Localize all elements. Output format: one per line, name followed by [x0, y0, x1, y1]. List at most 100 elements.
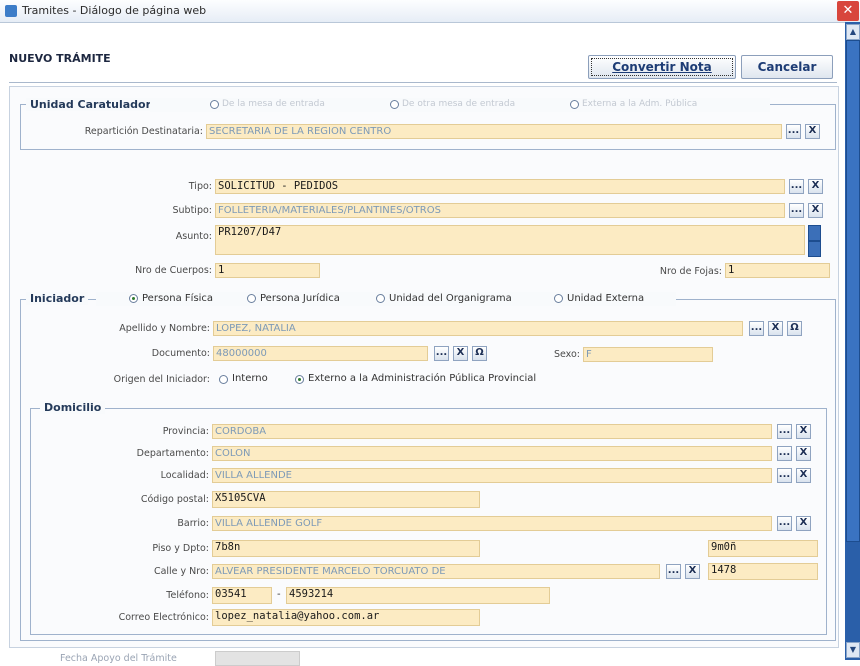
scroll-down-icon[interactable]: ▼ [846, 642, 860, 658]
origen-interno-radio[interactable] [219, 375, 228, 384]
option-mesa-entrada: De la mesa de entrada [222, 99, 325, 109]
telefono-area-field[interactable]: 03541 [212, 587, 272, 604]
codigo-postal-label: Código postal: [140, 494, 209, 505]
apellido-field[interactable]: LOPEZ, NATALIA [213, 321, 743, 336]
telefono-number-field[interactable]: 4593214 [286, 587, 550, 604]
asunto-scroll-down-icon[interactable] [808, 241, 821, 257]
codigo-postal-field[interactable]: X5105CVA [212, 491, 480, 508]
documento-field[interactable]: 48000000 [213, 346, 428, 361]
documento-label: Documento: [151, 348, 210, 359]
piso-dpto-label: Piso y Dpto: [152, 543, 209, 554]
reparticion-clear-button[interactable]: X [805, 124, 820, 139]
subtipo-clear-button[interactable]: X [808, 203, 823, 218]
barrio-field[interactable]: VILLA ALLENDE GOLF [212, 516, 772, 531]
documento-person-button[interactable]: Ω [472, 346, 487, 361]
option-otra-mesa: De otra mesa de entrada [402, 99, 516, 109]
unidad-externa-label[interactable]: Unidad Externa [567, 293, 644, 304]
sexo-label: Sexo: [553, 349, 580, 360]
documento-search-button[interactable]: ... [434, 346, 449, 361]
departamento-search-button[interactable]: ... [777, 446, 792, 461]
persona-fisica-radio[interactable] [129, 294, 138, 303]
window-title-bar: Tramites - Diálogo de página web ✕ [0, 0, 860, 23]
asunto-textarea[interactable]: PR1207/D47 [215, 225, 805, 255]
tipo-field[interactable]: SOLICITUD - PEDIDOS [215, 179, 785, 194]
barrio-label: Barrio: [177, 518, 209, 529]
unidad-externa-radio[interactable] [554, 294, 563, 303]
telefono-label: Teléfono: [166, 590, 209, 601]
departamento-field[interactable]: COLON [212, 446, 772, 461]
tipo-label: Tipo: [188, 181, 212, 192]
subtipo-field[interactable]: FOLLETERIA/MATERIALES/PLANTINES/OTROS [215, 203, 785, 218]
calle-search-button[interactable]: ... [666, 564, 681, 579]
unidad-caratuladora-legend: Unidad Caratuladora [26, 98, 163, 111]
apellido-clear-button[interactable]: X [768, 321, 783, 336]
option-radio [210, 100, 219, 109]
dpto-field[interactable]: 9m0ñ [708, 540, 818, 557]
provincia-field[interactable]: CORDOBA [212, 424, 772, 439]
asunto-scroll-up-icon[interactable] [808, 225, 821, 241]
option-externa-adm: Externa a la Adm. Pública [582, 99, 698, 109]
reparticion-search-button[interactable]: ... [786, 124, 801, 139]
fecha-apoyo-label: Fecha Apoyo del Trámite [60, 653, 177, 664]
iniciador-legend: Iniciador [26, 292, 89, 305]
numero-field[interactable]: 1478 [708, 563, 818, 580]
correo-field[interactable]: lopez_natalia@yahoo.com.ar [212, 609, 480, 626]
barrio-clear-button[interactable]: X [796, 516, 811, 531]
vertical-scrollbar[interactable]: ▲ ▼ [845, 22, 860, 660]
correo-label: Correo Electrónico: [118, 612, 209, 623]
subtipo-label: Subtipo: [172, 205, 213, 216]
unidad-disabled-options: De la mesa de entrada De otra mesa de en… [150, 98, 770, 112]
fojas-field[interactable]: 1 [725, 263, 830, 278]
page-title: NUEVO TRÁMITE [9, 52, 111, 65]
departamento-label: Departamento: [136, 448, 209, 459]
provincia-clear-button[interactable]: X [796, 424, 811, 439]
browser-icon [5, 5, 17, 17]
localidad-label: Localidad: [160, 470, 209, 481]
origen-interno-label[interactable]: Interno [232, 373, 268, 384]
persona-juridica-radio[interactable] [247, 294, 256, 303]
sexo-field[interactable]: F [583, 347, 713, 362]
documento-clear-button[interactable]: X [453, 346, 468, 361]
cuerpos-field[interactable]: 1 [215, 263, 320, 278]
localidad-search-button[interactable]: ... [777, 468, 792, 483]
apellido-label: Apellido y Nombre: [119, 323, 210, 334]
asunto-label: Asunto: [175, 231, 212, 242]
cuerpos-label: Nro de Cuerpos: [135, 265, 212, 276]
provincia-label: Provincia: [162, 426, 209, 437]
origen-label: Origen del Iniciador: [113, 374, 210, 385]
reparticion-field[interactable]: SECRETARIA DE LA REGION CENTRO [206, 124, 782, 139]
window-title: Tramites - Diálogo de página web [22, 4, 207, 17]
barrio-search-button[interactable]: ... [777, 516, 792, 531]
localidad-clear-button[interactable]: X [796, 468, 811, 483]
unidad-organigrama-label[interactable]: Unidad del Organigrama [389, 293, 512, 304]
provincia-search-button[interactable]: ... [777, 424, 792, 439]
apellido-person-button[interactable]: Ω [787, 321, 802, 336]
iniciador-type-options: Persona Física Persona Jurídica Unidad d… [96, 292, 676, 306]
scroll-up-icon[interactable]: ▲ [846, 24, 860, 40]
localidad-field[interactable]: VILLA ALLENDE [212, 468, 772, 483]
departamento-clear-button[interactable]: X [796, 446, 811, 461]
origen-externo-label[interactable]: Externo a la Administración Pública Prov… [308, 373, 536, 384]
unidad-organigrama-radio[interactable] [376, 294, 385, 303]
domicilio-legend: Domicilio [40, 401, 106, 414]
calle-field[interactable]: ALVEAR PRESIDENTE MARCELO TORCUATO DE [212, 564, 660, 579]
close-icon[interactable]: ✕ [837, 1, 859, 21]
convertir-nota-button[interactable]: Convertir Nota [588, 55, 736, 79]
reparticion-label: Repartición Destinataria: [84, 126, 203, 137]
calle-clear-button[interactable]: X [685, 564, 700, 579]
cancelar-button[interactable]: Cancelar [741, 55, 833, 79]
telefono-dash: - [277, 589, 281, 600]
scrollbar-thumb[interactable] [846, 40, 860, 542]
origen-externo-radio[interactable] [295, 375, 304, 384]
calle-label: Calle y Nro: [153, 566, 209, 577]
subtipo-search-button[interactable]: ... [789, 203, 804, 218]
option-radio [390, 100, 399, 109]
tipo-clear-button[interactable]: X [808, 179, 823, 194]
apellido-search-button[interactable]: ... [749, 321, 764, 336]
tipo-search-button[interactable]: ... [789, 179, 804, 194]
piso-field[interactable]: 7b8n [212, 540, 480, 557]
persona-fisica-label[interactable]: Persona Física [142, 293, 213, 304]
header-divider [9, 82, 837, 83]
persona-juridica-label[interactable]: Persona Jurídica [260, 293, 340, 304]
fecha-apoyo-field[interactable] [215, 651, 300, 666]
